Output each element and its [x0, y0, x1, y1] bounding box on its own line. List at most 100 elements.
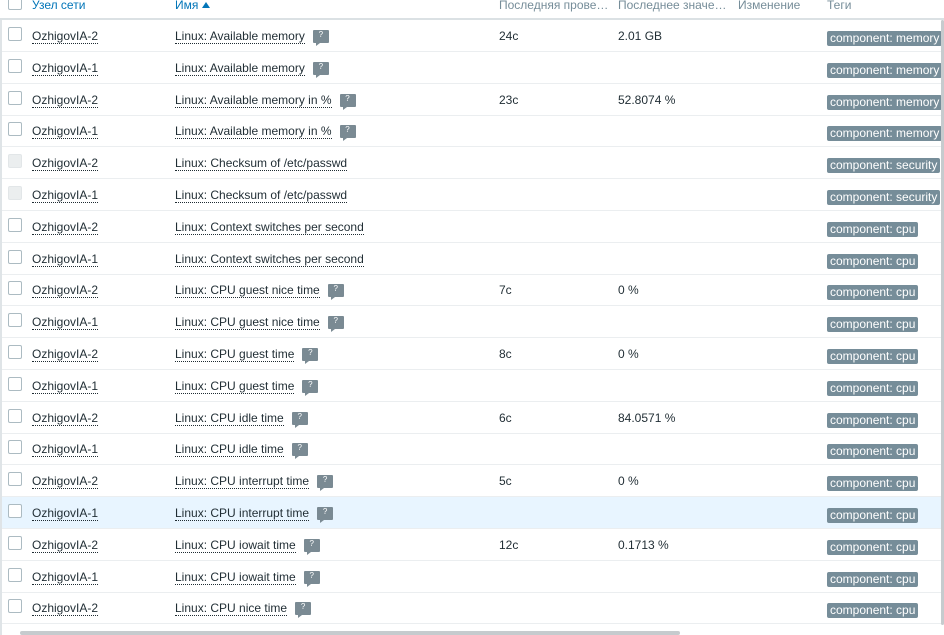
host-link[interactable]: OzhigovIA-2 [32, 347, 99, 362]
tag-badge[interactable]: component: cpu [827, 253, 919, 269]
row-checkbox[interactable] [8, 599, 22, 614]
column-last-check-header[interactable]: Последняя прове… [499, 0, 611, 13]
column-host-header[interactable]: Узел сети [32, 0, 162, 13]
info-hint-icon[interactable]: ? [339, 93, 356, 110]
host-link[interactable]: OzhigovIA-2 [32, 537, 99, 553]
info-hint-icon[interactable]: ? [303, 538, 320, 555]
item-name-link[interactable]: Linux: Available memory in % [175, 124, 332, 140]
row-checkbox[interactable] [8, 249, 22, 264]
tag-badge[interactable]: component: cpu [827, 380, 919, 396]
item-name-link[interactable]: Linux: CPU idle time [175, 442, 284, 458]
row-checkbox[interactable] [8, 504, 22, 518]
info-hint-icon[interactable]: ? [312, 61, 329, 78]
row-checkbox[interactable] [8, 58, 22, 73]
host-link[interactable]: OzhigovIA-1 [32, 378, 99, 394]
tag-badge[interactable]: component: cpu [827, 349, 919, 364]
host-link[interactable]: OzhigovIA-2 [32, 92, 99, 108]
item-name-link[interactable]: Linux: CPU interrupt time [175, 506, 310, 521]
item-name-link[interactable]: Linux: CPU guest nice time [175, 315, 320, 331]
tag-badge[interactable]: component: cpu [827, 412, 919, 428]
item-name-link[interactable]: Linux: CPU guest nice time [175, 283, 320, 299]
row-checkbox[interactable] [8, 27, 22, 41]
row-checkbox[interactable] [8, 535, 22, 550]
item-name-link[interactable]: Linux: Available memory [175, 60, 305, 76]
tag-badge[interactable]: component: cpu [827, 603, 919, 619]
item-name-cell: Linux: Available memory? [175, 60, 329, 78]
tag-badge[interactable]: component: security [827, 190, 941, 205]
row-checkbox[interactable] [8, 345, 22, 359]
row-checkbox[interactable] [8, 281, 22, 296]
tag-badge[interactable]: component: memory [827, 94, 943, 110]
tag-badge[interactable]: component: cpu [827, 508, 919, 523]
tag-badge[interactable]: component: memory [827, 31, 943, 46]
tag-badge[interactable]: component: cpu [827, 476, 919, 492]
row-checkbox[interactable] [8, 408, 22, 423]
host-cell: OzhigovIA-2 [32, 410, 99, 426]
tag-badge[interactable]: component: memory [827, 126, 943, 142]
host-link[interactable]: OzhigovIA-2 [32, 283, 99, 299]
host-link[interactable]: OzhigovIA-1 [32, 569, 99, 585]
item-name-link[interactable]: Linux: Checksum of /etc/passwd [175, 188, 348, 203]
host-link[interactable]: OzhigovIA-2 [32, 29, 99, 44]
item-name-link[interactable]: Linux: CPU interrupt time [175, 474, 310, 490]
item-name-cell: Linux: Checksum of /etc/passwd [175, 156, 348, 172]
host-link[interactable]: OzhigovIA-2 [32, 219, 99, 235]
tag-badge[interactable]: component: cpu [827, 539, 919, 555]
item-name-cell: Linux: Available memory in %? [175, 124, 356, 142]
info-hint-icon[interactable]: ? [317, 507, 334, 523]
horizontal-scrollbar[interactable] [20, 631, 680, 635]
tag-badge[interactable]: component: cpu [827, 444, 919, 460]
column-name-header[interactable]: Имя [175, 0, 325, 13]
host-link[interactable]: OzhigovIA-1 [32, 60, 99, 76]
info-hint-icon[interactable]: ? [317, 475, 334, 492]
item-name-link[interactable]: Linux: CPU guest time [175, 378, 295, 394]
tag-badge[interactable]: component: memory [827, 62, 943, 78]
row-checkbox[interactable] [8, 376, 22, 391]
info-hint-icon[interactable]: ? [312, 30, 329, 46]
item-name-link[interactable]: Linux: CPU iowait time [175, 569, 296, 585]
row-checkbox[interactable] [8, 440, 22, 455]
info-hint-icon[interactable]: ? [291, 443, 308, 460]
item-name-link[interactable]: Linux: CPU iowait time [175, 537, 296, 553]
row-checkbox[interactable] [8, 217, 22, 232]
info-hint-icon[interactable]: ? [327, 284, 344, 301]
host-link[interactable]: OzhigovIA-1 [32, 251, 99, 267]
info-hint-icon[interactable]: ? [303, 570, 320, 587]
row-checkbox[interactable] [8, 122, 22, 137]
tag-badge[interactable]: component: cpu [827, 221, 919, 237]
tag-badge[interactable]: component: cpu [827, 571, 919, 587]
column-last-value-header[interactable]: Последнее значе… [618, 0, 730, 13]
item-name-link[interactable]: Linux: CPU guest time [175, 347, 295, 362]
row-checkbox[interactable] [8, 313, 22, 328]
host-link[interactable]: OzhigovIA-2 [32, 601, 99, 617]
item-name-link[interactable]: Linux: CPU idle time [175, 410, 284, 426]
item-name-link[interactable]: Linux: Available memory [175, 29, 305, 44]
row-checkbox[interactable] [8, 472, 22, 487]
host-link[interactable]: OzhigovIA-2 [32, 474, 99, 490]
row-checkbox[interactable] [8, 567, 22, 582]
info-hint-icon[interactable]: ? [291, 411, 308, 428]
host-link[interactable]: OzhigovIA-2 [32, 156, 99, 172]
select-all-checkbox[interactable] [8, 0, 22, 10]
tag-badge[interactable]: component: cpu [827, 285, 919, 301]
row-checkbox[interactable] [8, 90, 22, 105]
info-hint-icon[interactable]: ? [295, 602, 312, 619]
item-name-link[interactable]: Linux: Available memory in % [175, 92, 332, 108]
item-name-link[interactable]: Linux: CPU nice time [175, 601, 288, 617]
host-link[interactable]: OzhigovIA-1 [32, 442, 99, 458]
host-link[interactable]: OzhigovIA-1 [32, 315, 99, 331]
info-hint-icon[interactable]: ? [339, 125, 356, 142]
info-hint-icon[interactable]: ? [302, 379, 319, 396]
item-name-link[interactable]: Linux: Checksum of /etc/passwd [175, 156, 348, 172]
info-hint-icon[interactable]: ? [302, 348, 319, 364]
info-hint-icon[interactable]: ? [327, 316, 344, 333]
item-name-link[interactable]: Linux: Context switches per second [175, 251, 364, 267]
host-link[interactable]: OzhigovIA-1 [32, 124, 99, 140]
host-cell: OzhigovIA-2 [32, 219, 99, 235]
tag-badge[interactable]: component: security [827, 158, 941, 174]
item-name-link[interactable]: Linux: Context switches per second [175, 219, 364, 235]
host-link[interactable]: OzhigovIA-1 [32, 188, 99, 203]
host-link[interactable]: OzhigovIA-2 [32, 410, 99, 426]
host-link[interactable]: OzhigovIA-1 [32, 506, 99, 521]
tag-badge[interactable]: component: cpu [827, 317, 919, 333]
